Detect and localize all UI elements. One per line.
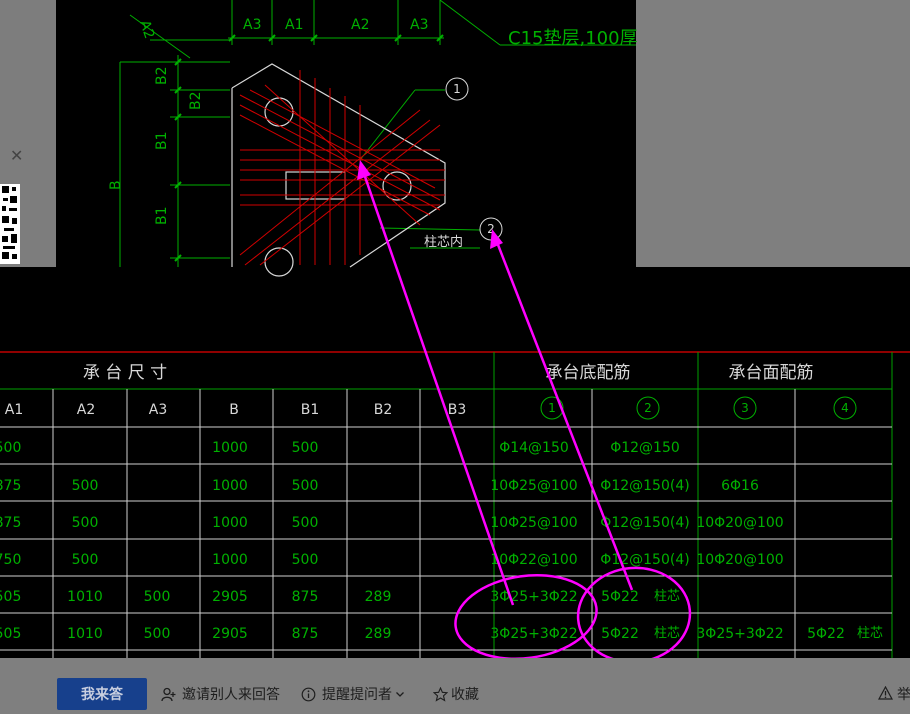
invite-answer-label: 邀请别人来回答 [182, 687, 280, 703]
star-icon [432, 686, 448, 702]
col-header-a3: A3 [149, 402, 167, 418]
dim-label-b1-upper: B1 [154, 131, 170, 150]
table-cell-c1: 10Φ25@100 [490, 478, 577, 494]
table-cell-a3: 500 [144, 626, 171, 642]
table-cell-a1: 505 [0, 626, 21, 642]
dim-label-a3-left: A3 [243, 17, 261, 33]
table-cell-b: 1000 [212, 440, 248, 456]
table-cell-b1: 500 [292, 515, 319, 531]
header-top-rebar: 承台面配筋 [729, 363, 814, 383]
info-icon [300, 686, 316, 702]
header-bottom-rebar: 承台底配筋 [546, 363, 631, 383]
table-cell-c1: 3Φ25+3Φ22 [490, 589, 577, 605]
dim-label-a2-top: A2 [351, 17, 369, 33]
chevron-down-icon [395, 686, 405, 702]
table-cell-b1: 500 [292, 440, 319, 456]
table-cell-b1: 875 [292, 589, 319, 605]
table-cell-b: 1000 [212, 552, 248, 568]
table-cell-c2: Φ12@150 [610, 440, 680, 456]
table-cell-c2-note: 柱芯 [654, 589, 680, 604]
table-cell-b1: 875 [292, 626, 319, 642]
col-header-b2: B2 [374, 402, 393, 418]
person-add-icon [160, 686, 176, 702]
table-cell-b1: 500 [292, 552, 319, 568]
table-cell-a3: 500 [144, 589, 171, 605]
table-cell-b: 2905 [212, 589, 248, 605]
cad-table-area [0, 267, 910, 658]
table-cell-a1: 875 [0, 515, 21, 531]
table-cell-b: 1000 [212, 478, 248, 494]
table-cell-c2: Φ12@150(4) [600, 552, 689, 568]
table-cell-c1: 3Φ25+3Φ22 [490, 626, 577, 642]
table-cell-c4-note: 柱芯 [857, 626, 883, 641]
column-core-label: 柱芯内 [424, 234, 463, 250]
table-cell-c2: 5Φ22 [601, 589, 639, 605]
table-cell-c2: Φ12@150(4) [600, 515, 689, 531]
table-cell-b: 2905 [212, 626, 248, 642]
table-cell-b: 1000 [212, 515, 248, 531]
table-cell-c2: 5Φ22 [601, 626, 639, 642]
invite-answer-link[interactable]: 邀请别人来回答 [160, 683, 280, 705]
report-link[interactable]: 举 [878, 683, 910, 705]
col-circle-2: 2 [644, 401, 652, 415]
table-cell-a2: 500 [72, 552, 99, 568]
table-cell-c4: 5Φ22 [807, 626, 845, 642]
cad-drawing-image: A3 A1 A2 A3 A2 C15垫层,100厚 B2 B2 B1 B1 B … [0, 0, 910, 714]
report-label: 举 [897, 687, 910, 703]
table-cell-c3: 3Φ25+3Φ22 [696, 626, 783, 642]
remind-asker-link[interactable]: 提醒提问者 [300, 683, 405, 705]
table-cell-c3: 10Φ20@100 [696, 515, 783, 531]
col-circle-1: 1 [548, 401, 556, 415]
table-cell-c3: 10Φ20@100 [696, 552, 783, 568]
collect-label: 收藏 [451, 687, 479, 703]
answer-button[interactable]: 我来答 [57, 678, 147, 710]
table-cell-c2: Φ12@150(4) [600, 478, 689, 494]
col-header-b3: B3 [448, 402, 467, 418]
table-cell-c2-note: 柱芯 [654, 626, 680, 641]
dim-label-b1-lower: B1 [154, 206, 170, 225]
table-cell-a2: 500 [72, 478, 99, 494]
table-cell-a2: 1010 [67, 589, 103, 605]
col-header-a1: A1 [5, 402, 23, 418]
table-cell-c3: 6Φ16 [721, 478, 759, 494]
table-cell-c1: 10Φ25@100 [490, 515, 577, 531]
warning-icon [878, 686, 894, 702]
table-cell-a1: 505 [0, 589, 21, 605]
table-cell-b2: 289 [365, 626, 392, 642]
callout-1-label: 1 [453, 82, 461, 96]
dim-label-b: B [108, 180, 124, 190]
dim-label-b2-lower: B2 [188, 91, 204, 110]
table-cell-a2: 1010 [67, 626, 103, 642]
dim-label-b2-upper: B2 [154, 66, 170, 85]
col-header-a2: A2 [77, 402, 95, 418]
table-cell-a2: 500 [72, 515, 99, 531]
collect-link[interactable]: 收藏 [432, 683, 479, 705]
table-cell-b2: 289 [365, 589, 392, 605]
table-cell-b1: 500 [292, 478, 319, 494]
col-circle-4: 4 [841, 401, 849, 415]
table-cell-a1: 875 [0, 478, 21, 494]
col-circle-3: 3 [741, 401, 749, 415]
col-header-b1: B1 [301, 402, 320, 418]
dim-label-a3-right: A3 [410, 17, 428, 33]
table-cell-a1: 500 [0, 440, 21, 456]
remind-asker-label: 提醒提问者 [322, 687, 392, 703]
c15-note: C15垫层,100厚 [508, 28, 638, 49]
table-cell-c1: 10Φ22@100 [490, 552, 577, 568]
col-header-b: B [229, 402, 239, 418]
table-cell-c1: Φ14@150 [499, 440, 569, 456]
dim-label-a1: A1 [285, 17, 303, 33]
header-cap-dimensions: 承 台 尺 寸 [83, 363, 167, 383]
table-cell-a1: 750 [0, 552, 21, 568]
